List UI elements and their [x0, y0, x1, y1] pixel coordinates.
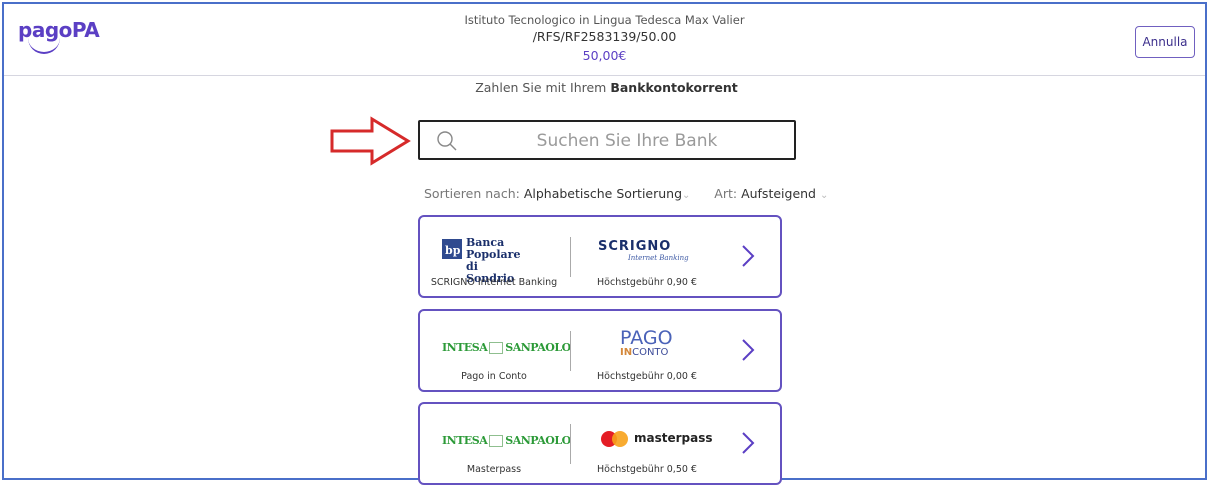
header: pagoPA Istituto Tecnologico in Lingua Te… — [4, 4, 1205, 76]
intesa-sanpaolo-logo: INTESA SANPAOLO — [442, 434, 571, 447]
masterpass-logo: masterpass — [634, 431, 713, 445]
bank-card[interactable]: INTESA SANPAOLO masterpass Masterpass Höc… — [418, 402, 782, 485]
intesa-left: INTESA — [442, 341, 488, 354]
intesa-box-icon — [489, 342, 504, 354]
bank-fee: Höchstgebühr 0,90 € — [597, 277, 697, 288]
scrigno-logo: SCRIGNO — [598, 239, 672, 254]
intesa-right: SANPAOLO — [505, 434, 571, 447]
cancel-button[interactable]: Annulla — [1135, 26, 1195, 58]
bank-fee: Höchstgebühr 0,50 € — [597, 464, 697, 475]
bank-fee: Höchstgebühr 0,00 € — [597, 371, 697, 382]
intesa-right: SANPAOLO — [505, 341, 571, 354]
card-divider — [570, 424, 571, 464]
intesa-left: INTESA — [442, 434, 488, 447]
svg-text:bp: bp — [445, 244, 461, 257]
masterpass-circles-icon — [601, 431, 628, 447]
pago-conto: CONTO — [632, 347, 669, 358]
payment-info: Istituto Tecnologico in Lingua Tedesca M… — [4, 13, 1205, 63]
bank-search-box[interactable] — [418, 120, 796, 160]
bank-name: Pago in Conto — [461, 371, 527, 382]
sort-select[interactable]: Alphabetische Sortierung — [524, 186, 682, 201]
search-input[interactable] — [470, 126, 784, 156]
order-label: Art: — [714, 186, 738, 201]
card-divider — [570, 237, 571, 277]
payment-amount: 50,00€ — [582, 48, 627, 63]
pago-in: IN — [620, 347, 633, 358]
card-divider — [570, 331, 571, 371]
chevron-right-icon[interactable] — [740, 243, 756, 269]
bank-card[interactable]: bp Banca Popolare di Sondrio SCRIGNO Int… — [418, 215, 782, 298]
page-subtitle: Zahlen Sie mit Ihrem Bankkontokorrent — [0, 80, 1213, 95]
pago-in-conto-logo-sub: INCONTO — [620, 347, 668, 358]
subtitle-prefix: Zahlen Sie mit Ihrem — [475, 80, 607, 95]
search-icon — [437, 131, 457, 151]
subtitle-bold: Bankkontokorrent — [610, 80, 738, 95]
bank-card[interactable]: INTESA SANPAOLO PAGO INCONTO Pago in Cont… — [418, 309, 782, 392]
red-arrow-icon — [330, 116, 411, 166]
order-select[interactable]: Aufsteigend — [741, 186, 816, 201]
sort-label: Sortieren nach: — [424, 186, 520, 201]
chevron-down-icon[interactable]: ⌄ — [820, 190, 828, 201]
chevron-right-icon[interactable] — [740, 430, 756, 456]
intesa-sanpaolo-logo: INTESA SANPAOLO — [442, 341, 571, 354]
bank-name: SCRIGNO Internet Banking — [430, 277, 558, 288]
bps-line1: Banca Popolare — [466, 236, 521, 261]
bank-name: Masterpass — [466, 464, 522, 475]
creditor-name: Istituto Tecnologico in Lingua Tedesca M… — [464, 13, 745, 27]
chevron-down-icon[interactable]: ⌄ — [682, 190, 690, 201]
sort-controls: Sortieren nach: Alphabetische Sortierung… — [424, 186, 828, 201]
pago-in-conto-logo: PAGO — [620, 327, 673, 349]
intesa-box-icon — [489, 435, 504, 447]
chevron-right-icon[interactable] — [740, 337, 756, 363]
bps-emblem-icon: bp — [442, 239, 462, 259]
scrigno-logo-sub: Internet Banking — [628, 254, 689, 262]
payment-reference: /RFS/RF2583139/50.00 — [532, 29, 677, 44]
